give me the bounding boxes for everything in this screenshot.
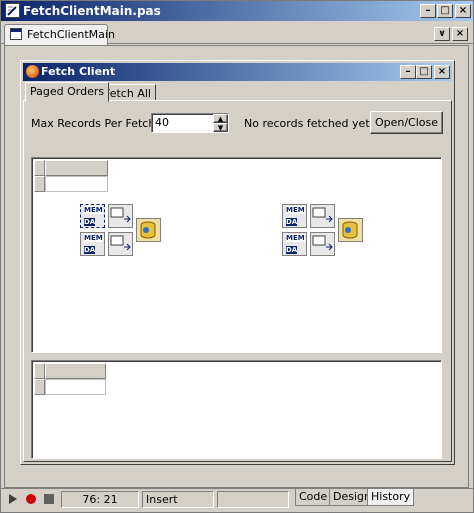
mem-label: MEM — [84, 234, 103, 242]
form-close-button[interactable]: × — [434, 65, 450, 79]
mem-label: MEM — [286, 234, 305, 242]
mem-label: MEM — [286, 206, 305, 214]
close-button[interactable]: × — [455, 4, 471, 18]
max-records-label: Max Records Per Fetch: — [31, 117, 160, 130]
tab-close-icon[interactable]: × — [452, 27, 468, 41]
open-close-button[interactable]: Open/Close — [370, 111, 443, 134]
data-adapter-component-icon[interactable] — [108, 204, 133, 228]
data-adapter-component-icon[interactable] — [310, 204, 335, 228]
tab-code[interactable]: Code — [295, 489, 332, 506]
spin-up-button[interactable]: ▲ — [213, 114, 228, 123]
window-titlebar[interactable]: FetchClientMain.pas — [1, 1, 473, 21]
grid-cell[interactable] — [45, 176, 108, 192]
grid-indicator-corner — [34, 363, 45, 379]
tab-paged-orders[interactable]: Paged Orders — [25, 82, 110, 102]
grid-column-header[interactable] — [45, 363, 106, 379]
database-connection-icon[interactable] — [136, 218, 161, 242]
grid-row-indicator[interactable] — [34, 176, 45, 192]
edit-mode: Insert — [142, 491, 214, 508]
data-adapter-component-icon[interactable] — [310, 232, 335, 256]
component-group-right: MEM DA MEM DA — [282, 204, 364, 258]
fetch-status-label: No records fetched yet... — [244, 117, 381, 130]
grid-cell[interactable] — [45, 379, 106, 395]
data-adapter-component-icon[interactable] — [108, 232, 133, 256]
stop-icon[interactable] — [44, 494, 54, 504]
tab-fetchclientmain[interactable]: FetchClientMain — [4, 24, 115, 45]
record-icon[interactable] — [26, 494, 36, 504]
grid-row-indicator[interactable] — [34, 379, 45, 395]
mem-table-component-icon[interactable]: MEM DA — [80, 204, 105, 228]
component-group-left: MEM DA MEM DA — [80, 204, 162, 258]
form-minimize-button[interactable]: – — [400, 65, 416, 79]
tab-label: FetchClientMain — [27, 28, 115, 41]
status-panel-empty — [217, 491, 289, 508]
play-icon[interactable] — [9, 494, 17, 504]
da-label: DA — [84, 246, 96, 254]
window-title: FetchClientMain.pas — [23, 4, 161, 18]
mem-table-component-icon[interactable]: MEM DA — [282, 232, 307, 256]
unit-file-icon — [5, 3, 20, 18]
max-records-value: 40 — [155, 116, 169, 129]
grid-indicator-corner — [34, 160, 45, 176]
tab-history[interactable]: History — [367, 489, 415, 506]
splitter[interactable] — [31, 354, 442, 359]
mem-table-component-icon[interactable]: MEM DA — [80, 232, 105, 256]
form-titlebar[interactable]: Fetch Client — [23, 63, 452, 81]
minimize-button[interactable]: – — [420, 4, 436, 18]
form-maximize-button[interactable]: □ — [416, 65, 432, 79]
cursor-position: 76: 21 — [61, 491, 139, 508]
form-unit-icon — [10, 28, 22, 40]
database-connection-icon[interactable] — [338, 218, 363, 242]
form-title: Fetch Client — [41, 65, 116, 78]
da-label: DA — [286, 218, 298, 226]
app-icon — [26, 65, 39, 78]
mem-table-component-icon[interactable]: MEM DA — [282, 204, 307, 228]
grid-column-header[interactable] — [45, 160, 108, 176]
da-label: DA — [84, 218, 96, 226]
maximize-button[interactable]: □ — [437, 4, 453, 18]
spin-down-button[interactable]: ▼ — [213, 123, 228, 132]
tab-list-dropdown-icon[interactable]: ∨ — [434, 27, 450, 41]
da-label: DA — [286, 246, 298, 254]
mem-label: MEM — [84, 206, 103, 214]
